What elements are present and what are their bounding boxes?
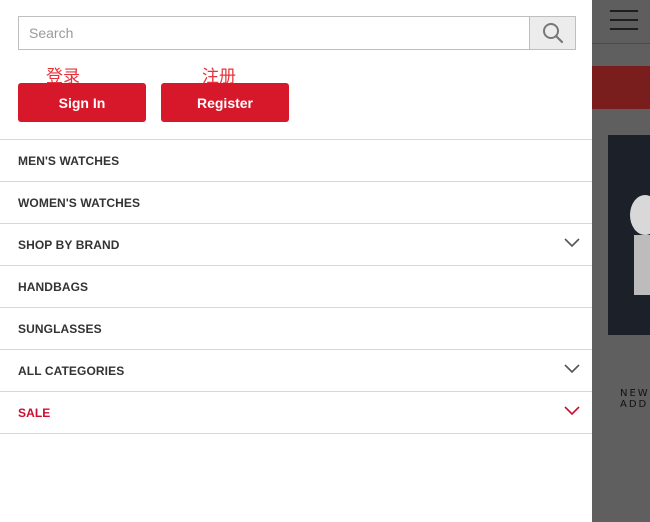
menu-item-label: MEN'S WATCHES [18, 153, 120, 168]
menu-item-label: SHOP BY BRAND [18, 237, 120, 252]
chevron-down-icon[interactable] [564, 405, 580, 417]
background-promo-bar [592, 66, 650, 109]
menu-item-all-categories[interactable]: ALL CATEGORIES [0, 350, 592, 392]
menu-item-label: SALE [18, 405, 51, 420]
search-input[interactable] [19, 17, 529, 49]
search-button[interactable] [529, 17, 575, 49]
search-icon [542, 23, 563, 44]
category-menu: MEN'S WATCHES WOMEN'S WATCHES SHOP BY BR… [0, 139, 592, 434]
menu-item-womens-watches[interactable]: WOMEN'S WATCHES [0, 182, 592, 224]
navigation-drawer: 登录 注册 Sign In Register MEN'S WATCHES WOM… [0, 0, 592, 522]
chevron-down-icon[interactable] [564, 237, 580, 249]
hamburger-menu-icon[interactable] [610, 10, 638, 32]
menu-item-shop-by-brand[interactable]: SHOP BY BRAND [0, 224, 592, 266]
menu-item-label: HANDBAGS [18, 279, 89, 294]
menu-item-label: SUNGLASSES [18, 321, 102, 336]
menu-item-handbags[interactable]: HANDBAGS [0, 266, 592, 308]
background-caption: NEW ADD [620, 388, 650, 410]
sign-in-button[interactable]: Sign In [18, 83, 146, 122]
background-page: NEW ADD [592, 0, 650, 522]
chevron-down-icon[interactable] [564, 363, 580, 375]
background-product-image [608, 135, 650, 335]
register-button[interactable]: Register [161, 83, 289, 122]
menu-item-label: WOMEN'S WATCHES [18, 195, 141, 210]
menu-item-mens-watches[interactable]: MEN'S WATCHES [0, 140, 592, 182]
menu-item-label: ALL CATEGORIES [18, 363, 125, 378]
search-bar [18, 16, 576, 50]
menu-item-sunglasses[interactable]: SUNGLASSES [0, 308, 592, 350]
background-header [592, 0, 650, 44]
menu-item-sale[interactable]: SALE [0, 392, 592, 434]
